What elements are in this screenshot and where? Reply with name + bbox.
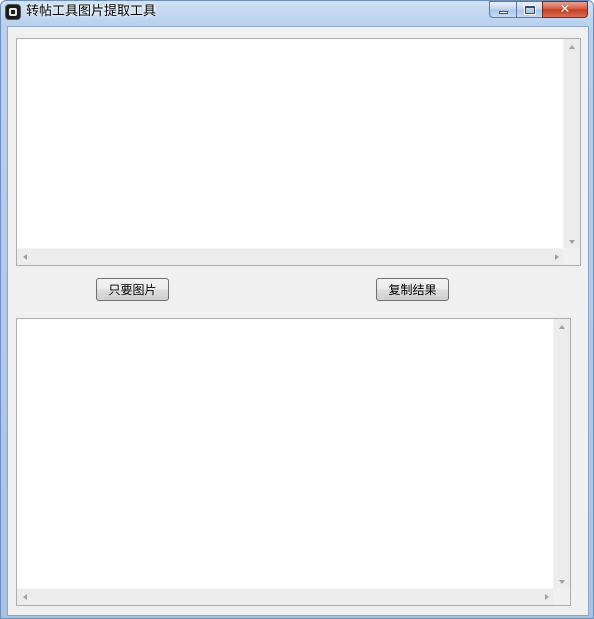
- result-textbox[interactable]: [16, 318, 571, 606]
- scroll-down-icon[interactable]: [569, 240, 575, 244]
- app-icon[interactable]: [5, 4, 21, 20]
- scroll-left-icon[interactable]: [23, 594, 27, 600]
- minimize-button[interactable]: [489, 1, 516, 18]
- scroll-down-icon[interactable]: [559, 580, 565, 584]
- scrollbar-corner: [563, 248, 580, 265]
- maximize-icon: [523, 4, 536, 15]
- client-area: 只要图片 复制结果: [7, 26, 589, 616]
- window-title: 转帖工具图片提取工具: [26, 4, 157, 19]
- title-bar[interactable]: 转帖工具图片提取工具 ✕: [1, 1, 593, 25]
- copy-result-button[interactable]: 复制结果: [376, 278, 449, 301]
- scroll-left-icon[interactable]: [23, 254, 27, 260]
- close-icon: ✕: [559, 2, 571, 17]
- source-textbox[interactable]: [16, 38, 581, 266]
- source-horizontal-scrollbar[interactable]: [17, 248, 565, 265]
- scroll-up-icon[interactable]: [569, 45, 575, 49]
- result-horizontal-scrollbar[interactable]: [17, 588, 555, 605]
- images-only-button[interactable]: 只要图片: [96, 278, 169, 301]
- scroll-right-icon[interactable]: [555, 254, 559, 260]
- scroll-up-icon[interactable]: [559, 325, 565, 329]
- source-vertical-scrollbar[interactable]: [563, 39, 580, 250]
- scrollbar-corner: [553, 588, 570, 605]
- app-window: 转帖工具图片提取工具 ✕ 只要图片 复制结果: [0, 0, 594, 619]
- scroll-right-icon[interactable]: [545, 594, 549, 600]
- minimize-icon: [498, 10, 508, 14]
- result-vertical-scrollbar[interactable]: [553, 319, 570, 590]
- close-button[interactable]: ✕: [542, 1, 588, 18]
- maximize-button[interactable]: [516, 1, 542, 18]
